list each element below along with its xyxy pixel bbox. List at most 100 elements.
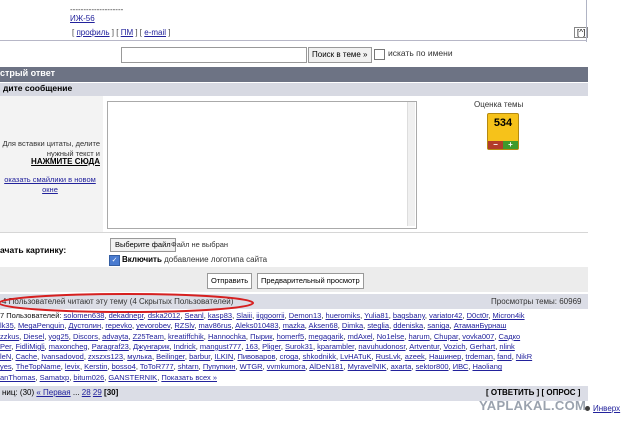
user-link[interactable]: Haoliang xyxy=(472,362,502,371)
user-link[interactable]: АтаманБурнаш xyxy=(454,321,507,330)
topic-search-button[interactable]: Поиск в теме » xyxy=(308,47,372,63)
user-link[interactable]: Discors xyxy=(73,332,98,341)
user-link[interactable]: vovka007 xyxy=(462,332,494,341)
preview-button[interactable]: Предварительный просмотр xyxy=(257,273,364,289)
quote-click-link[interactable]: НАЖМИТЕ СЮДА xyxy=(0,157,100,166)
pm-link[interactable]: ПМ xyxy=(121,28,133,37)
user-link[interactable]: Джунгарик xyxy=(133,342,169,351)
user-link[interactable]: GANSTERNIK xyxy=(108,373,157,382)
user-link[interactable]: No1else xyxy=(377,332,405,341)
user-link[interactable]: Chupar xyxy=(434,332,458,341)
signature-link[interactable]: ИЖ-56 xyxy=(70,14,95,23)
user-link[interactable]: Per xyxy=(0,342,11,351)
user-link[interactable]: barbur xyxy=(189,352,210,361)
user-link[interactable]: kparambler xyxy=(317,342,354,351)
first-page-link[interactable]: « Первая xyxy=(36,388,70,397)
smilies-window-link[interactable]: оказать смайлики в новом окне xyxy=(0,175,100,195)
user-link[interactable]: kasp83 xyxy=(208,311,232,320)
user-link[interactable]: croga xyxy=(280,352,299,361)
user-link[interactable]: advayta xyxy=(102,332,128,341)
email-link[interactable]: e-mail xyxy=(144,28,166,37)
user-link[interactable]: Kerstin xyxy=(84,362,107,371)
user-link[interactable]: WTGR xyxy=(240,362,263,371)
user-link[interactable]: Z25Team xyxy=(133,332,164,341)
user-link[interactable]: dska2012 xyxy=(148,311,181,320)
user-link[interactable]: ILKIN xyxy=(215,352,234,361)
page-28-link[interactable]: 28 xyxy=(82,388,91,397)
user-link[interactable]: saniga xyxy=(427,321,449,330)
user-link[interactable]: ddeniska xyxy=(393,321,423,330)
user-link[interactable]: shkodnikk xyxy=(303,352,336,361)
user-link[interactable]: NikR xyxy=(516,352,532,361)
user-link[interactable]: Slaiii xyxy=(236,311,252,320)
user-link[interactable]: variator42 xyxy=(429,311,462,320)
page-29-link[interactable]: 29 xyxy=(93,388,102,397)
user-link[interactable]: Dimka xyxy=(342,321,363,330)
user-link[interactable]: zzkus xyxy=(0,332,19,341)
user-link[interactable]: homerf5 xyxy=(277,332,305,341)
user-link[interactable]: Surok31 xyxy=(285,342,313,351)
user-link[interactable]: yevorobev xyxy=(136,321,170,330)
user-link[interactable]: megagarik xyxy=(308,332,343,341)
user-link[interactable]: Aksen68 xyxy=(309,321,338,330)
user-link[interactable]: azeek xyxy=(405,352,425,361)
user-link[interactable]: yes xyxy=(0,362,12,371)
user-link[interactable]: trdeman xyxy=(465,352,493,361)
user-link[interactable]: Пырик xyxy=(250,332,272,341)
user-link[interactable]: FidliMigli xyxy=(15,342,44,351)
user-link[interactable]: Micron4ik xyxy=(492,311,524,320)
rating-minus-button[interactable]: − xyxy=(488,141,503,149)
user-link[interactable]: dekadnepr xyxy=(109,311,144,320)
user-link[interactable]: Seanl xyxy=(185,311,204,320)
user-link[interactable]: vvmkumora xyxy=(267,362,306,371)
user-link[interactable]: kreatiffchik xyxy=(168,332,204,341)
user-link[interactable]: Pliger xyxy=(262,342,281,351)
user-link[interactable]: levix xyxy=(65,362,80,371)
choose-file-button[interactable]: Выберите файл xyxy=(110,238,176,252)
user-link[interactable]: Indrick xyxy=(174,342,196,351)
user-link[interactable]: iiggoorrii xyxy=(256,311,284,320)
user-link[interactable]: TheTopName xyxy=(16,362,61,371)
rating-plus-button[interactable]: + xyxy=(503,141,518,149)
user-link[interactable]: Cache xyxy=(15,352,37,361)
user-link[interactable]: Aleks010483 xyxy=(235,321,278,330)
user-link[interactable]: steglia xyxy=(367,321,389,330)
user-link[interactable]: Artventur xyxy=(409,342,439,351)
add-logo-checkbox[interactable]: ✓ xyxy=(109,255,120,266)
user-link[interactable]: D0ct0r xyxy=(467,311,489,320)
user-link[interactable]: mav86rus xyxy=(198,321,231,330)
user-link[interactable]: mangust777 xyxy=(200,342,241,351)
user-link[interactable]: shtarn xyxy=(178,362,199,371)
user-link[interactable]: Показать всех » xyxy=(161,373,217,382)
user-link[interactable]: RZSlv xyxy=(174,321,194,330)
user-link[interactable]: Дустолин xyxy=(68,321,101,330)
message-textarea[interactable] xyxy=(107,101,417,229)
user-link[interactable]: Ivansadovod xyxy=(41,352,84,361)
user-link[interactable]: 163 xyxy=(245,342,258,351)
user-link[interactable]: mazka xyxy=(283,321,305,330)
user-link[interactable]: Paragraf23 xyxy=(92,342,129,351)
user-link[interactable]: axarta xyxy=(391,362,412,371)
user-link[interactable]: solomen638 xyxy=(64,311,105,320)
user-link[interactable]: maxoncheg xyxy=(49,342,88,351)
reply-poll-actions[interactable]: [ ОТВЕТИТЬ ] [ ОПРОС ] xyxy=(486,388,580,397)
user-link[interactable]: Beilinger xyxy=(156,352,185,361)
user-link[interactable]: fand xyxy=(497,352,512,361)
user-link[interactable]: bosso4 xyxy=(112,362,136,371)
user-link[interactable]: lk35 xyxy=(0,321,14,330)
user-link[interactable]: Садко xyxy=(499,332,521,341)
user-link[interactable]: nlink xyxy=(499,342,514,351)
user-link[interactable]: bagsbany xyxy=(393,311,425,320)
user-link[interactable]: hueromiks xyxy=(325,311,360,320)
user-link[interactable]: Gerhart xyxy=(470,342,495,351)
user-link[interactable]: AlDeN181 xyxy=(309,362,343,371)
user-link[interactable]: bitum026 xyxy=(73,373,104,382)
textarea-scrollbar[interactable] xyxy=(407,102,415,226)
user-link[interactable]: Нашинер xyxy=(429,352,461,361)
user-link[interactable]: мулька xyxy=(127,352,152,361)
user-link[interactable]: Vozich xyxy=(443,342,465,351)
user-link[interactable]: LvHATuK xyxy=(340,352,371,361)
user-link[interactable]: leN xyxy=(0,352,11,361)
invers-link[interactable]: Инверх xyxy=(593,404,620,413)
user-link[interactable]: harum xyxy=(408,332,429,341)
